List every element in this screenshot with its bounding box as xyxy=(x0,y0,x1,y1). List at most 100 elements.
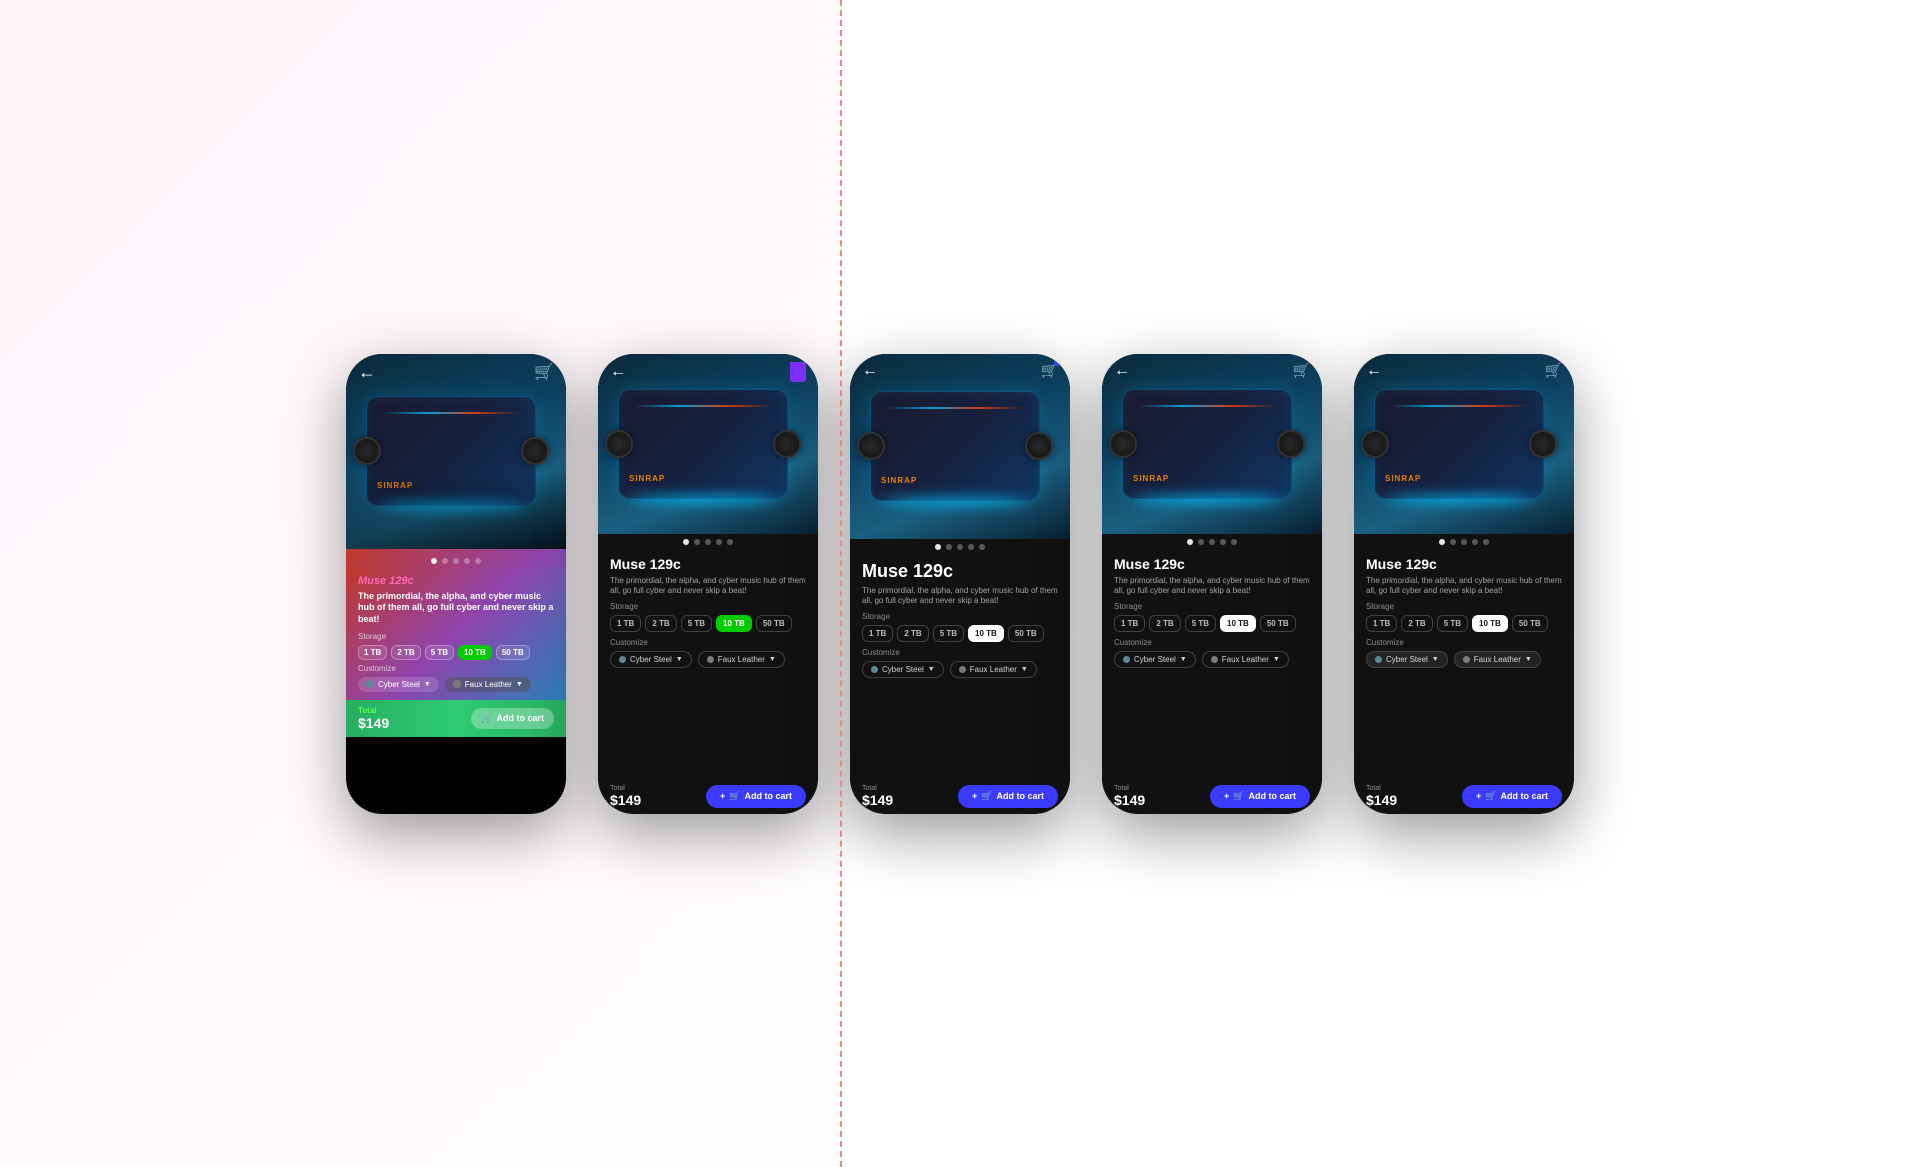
phone-2-add-to-cart[interactable]: + 🛒 Add to cart xyxy=(706,785,806,808)
phone-1-customize-label: Customize xyxy=(358,664,554,673)
dot xyxy=(946,544,952,550)
back-icon-2[interactable]: ← xyxy=(610,363,626,381)
phone-4-customize-label: Customize xyxy=(1114,638,1310,647)
phone-3-add-to-cart[interactable]: + 🛒 Add to cart xyxy=(958,785,1058,808)
p4-steel-chip[interactable]: Cyber Steel ▼ xyxy=(1114,651,1196,668)
s-50tb[interactable]: 50 TB xyxy=(756,615,792,632)
chevron: ▼ xyxy=(1525,656,1532,663)
phone-1-add-to-cart[interactable]: 🛒 Add to cart xyxy=(471,708,554,729)
phone-5-customize-options: Cyber Steel ▼ Faux Leather ▼ xyxy=(1366,651,1562,668)
p5-total-label: Total xyxy=(1366,785,1397,792)
phone-3-bottom: Total $149 + 🛒 Add to cart xyxy=(850,779,1070,814)
s-2tb[interactable]: 2 TB xyxy=(645,615,676,632)
phone-5-dots xyxy=(1354,534,1574,548)
s3-50tb[interactable]: 50 TB xyxy=(1008,625,1044,642)
dot xyxy=(716,539,722,545)
chevron: ▼ xyxy=(1432,656,1439,663)
p5-steel-chip[interactable]: Cyber Steel ▼ xyxy=(1366,651,1448,668)
s4-1tb[interactable]: 1 TB xyxy=(1114,615,1145,632)
p5-total-section: Total $149 xyxy=(1366,785,1397,808)
steel-dot-icon xyxy=(1375,656,1382,663)
cart-wrapper-4[interactable]: 🛒 xyxy=(1293,362,1310,380)
cart-wrapper[interactable]: 🛒 xyxy=(1041,362,1058,380)
phone-3-storage-options: 1 TB 2 TB 5 TB 10 TB 50 TB xyxy=(862,625,1058,642)
storage-1tb[interactable]: 1 TB xyxy=(358,645,387,660)
device-visual-2: SINRAP xyxy=(618,379,798,509)
steel-label: Cyber Steel xyxy=(1134,655,1176,664)
plus-icon: + xyxy=(1476,791,1481,801)
storage-50tb[interactable]: 50 TB xyxy=(496,645,530,660)
phone-2-customize-options: Cyber Steel ▼ Faux Leather ▼ xyxy=(610,651,806,668)
dot xyxy=(1209,539,1215,545)
s4-2tb[interactable]: 2 TB xyxy=(1149,615,1180,632)
chevron: ▼ xyxy=(769,656,776,663)
p3-leather-chip[interactable]: Faux Leather ▼ xyxy=(950,661,1037,678)
back-icon-4[interactable]: ← xyxy=(1114,362,1130,380)
back-icon[interactable]: ← xyxy=(358,362,376,383)
phone-3: ← 🛒 SINRAP xyxy=(850,354,1070,814)
s5-5tb[interactable]: 5 TB xyxy=(1437,615,1468,632)
dot xyxy=(694,539,700,545)
storage-5tb[interactable]: 5 TB xyxy=(425,645,454,660)
s-10tb[interactable]: 10 TB xyxy=(716,615,752,632)
phone-5-storage-label: Storage xyxy=(1366,602,1562,611)
cart-icon-2: 🛒 xyxy=(729,791,740,802)
phone-4-bottom: Total $149 + 🛒 Add to cart xyxy=(1102,779,1322,814)
dot xyxy=(979,544,985,550)
phone-5-info: Muse 129c The primordial, the alpha, and… xyxy=(1354,548,1574,679)
s4-5tb[interactable]: 5 TB xyxy=(1185,615,1216,632)
phone-3-product-image: SINRAP xyxy=(850,354,1070,539)
p5-leather-chip[interactable]: Faux Leather ▼ xyxy=(1454,651,1541,668)
plus-icon: + xyxy=(720,791,725,801)
s5-1tb[interactable]: 1 TB xyxy=(1366,615,1397,632)
cart-wrapper-5[interactable]: 🛒 xyxy=(1545,362,1562,380)
dot xyxy=(442,558,448,564)
phone-1-total-price: $149 xyxy=(358,715,389,731)
p2-steel-chip[interactable]: Cyber Steel ▼ xyxy=(610,651,692,668)
add-label: Add to cart xyxy=(996,791,1044,801)
cart-badge xyxy=(1054,359,1061,366)
s5-2tb[interactable]: 2 TB xyxy=(1401,615,1432,632)
dot xyxy=(431,558,437,564)
faux-leather-chip[interactable]: Faux Leather ▼ xyxy=(445,677,531,692)
s5-50tb[interactable]: 50 TB xyxy=(1512,615,1548,632)
s5-10tb[interactable]: 10 TB xyxy=(1472,615,1508,632)
s-1tb[interactable]: 1 TB xyxy=(610,615,641,632)
p5-total-price: $149 xyxy=(1366,792,1397,808)
storage-10tb[interactable]: 10 TB xyxy=(458,645,492,660)
phone-5-add-to-cart[interactable]: + 🛒 Add to cart xyxy=(1462,785,1562,808)
phone-4-add-to-cart[interactable]: + 🛒 Add to cart xyxy=(1210,785,1310,808)
p3-steel-chip[interactable]: Cyber Steel ▼ xyxy=(862,661,944,678)
phone-1-storage-label: Storage xyxy=(358,632,554,641)
s3-5tb[interactable]: 5 TB xyxy=(933,625,964,642)
phone-4-customize-options: Cyber Steel ▼ Faux Leather ▼ xyxy=(1114,651,1310,668)
phone-4-storage-label: Storage xyxy=(1114,602,1310,611)
leather-label: Faux Leather xyxy=(970,665,1017,674)
steel-dot-icon xyxy=(619,656,626,663)
cart-icon-5: 🛒 xyxy=(1545,362,1562,378)
cart-icon-btn: 🛒 xyxy=(1485,791,1496,802)
s-5tb[interactable]: 5 TB xyxy=(681,615,712,632)
cart-icon-btn: 🛒 xyxy=(481,713,492,724)
phone-2-title: Muse 129c xyxy=(610,556,806,572)
storage-2tb[interactable]: 2 TB xyxy=(391,645,420,660)
back-icon-5[interactable]: ← xyxy=(1366,362,1382,380)
phone-2-storage-label: Storage xyxy=(610,602,806,611)
p3-total-section: Total $149 xyxy=(862,785,893,808)
back-icon-3[interactable]: ← xyxy=(862,362,878,380)
s3-1tb[interactable]: 1 TB xyxy=(862,625,893,642)
dot xyxy=(968,544,974,550)
steel-dot-icon xyxy=(1123,656,1130,663)
leather-dot-icon xyxy=(1211,656,1218,663)
p2-leather-chip[interactable]: Faux Leather ▼ xyxy=(698,651,785,668)
s3-10tb[interactable]: 10 TB xyxy=(968,625,1004,642)
dot xyxy=(1472,539,1478,545)
s4-10tb[interactable]: 10 TB xyxy=(1220,615,1256,632)
p3-total-price: $149 xyxy=(862,792,893,808)
p4-leather-chip[interactable]: Faux Leather ▼ xyxy=(1202,651,1289,668)
cart-icon[interactable]: 🛒 xyxy=(534,362,554,382)
steel-label: Cyber Steel xyxy=(630,655,672,664)
s3-2tb[interactable]: 2 TB xyxy=(897,625,928,642)
cyber-steel-chip[interactable]: Cyber Steel ▼ xyxy=(358,677,439,692)
s4-50tb[interactable]: 50 TB xyxy=(1260,615,1296,632)
